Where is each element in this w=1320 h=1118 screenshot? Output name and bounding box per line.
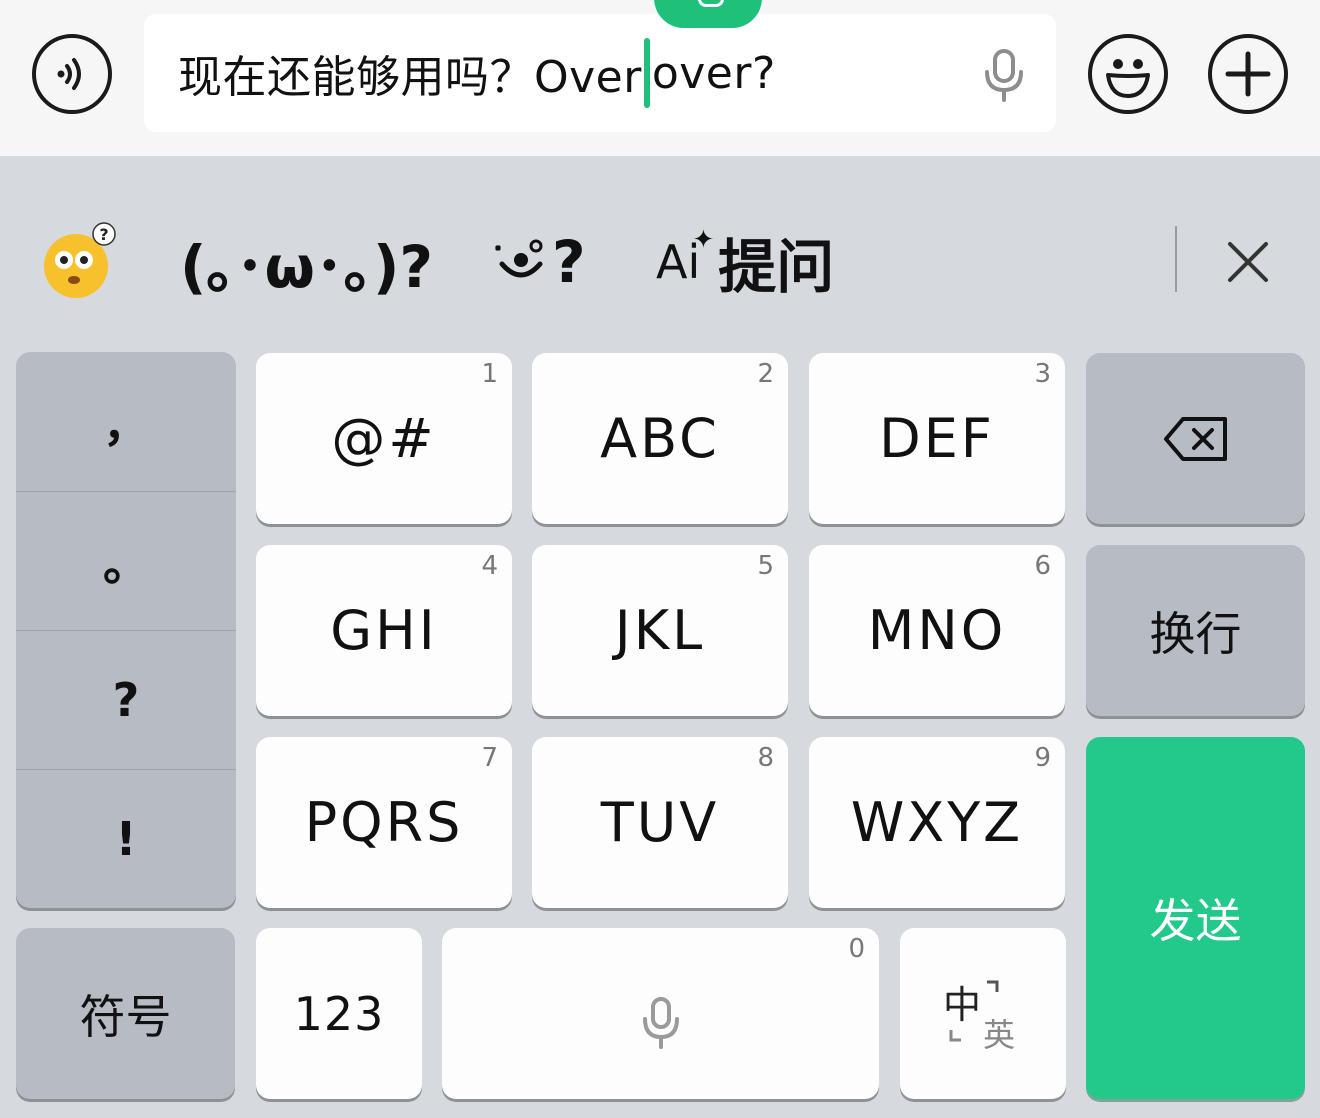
close-icon [1228,242,1268,282]
key-number: 4 [481,551,498,581]
message-input-text: 现在还能够用吗？Over over? [178,14,776,132]
candidate-kaomoji[interactable]: (｡･ω･｡)? [180,212,433,312]
key-number: 0 [848,934,865,964]
backspace-key[interactable] [1086,353,1305,524]
candidate-face-sticker-label: ? [552,228,586,296]
key-5[interactable]: 5 JKL [532,545,788,716]
numbers-label: 123 [293,986,385,1041]
newline-key[interactable]: 换行 [1086,545,1305,716]
key-9[interactable]: 9 WXYZ [809,737,1065,908]
text-cursor[interactable] [643,38,650,108]
key-number: 3 [1034,359,1051,389]
key-1[interactable]: 1 @# [256,353,512,524]
send-button[interactable]: 发送 [1086,737,1305,1099]
key-label: ABC [600,407,720,470]
send-label: 发送 [1149,894,1242,948]
voice-wave-icon [57,58,81,90]
key-label: WXYZ [850,791,1024,854]
key-4[interactable]: 4 GHI [256,545,512,716]
numbers-key[interactable]: 123 [256,928,422,1099]
symbols-key[interactable]: 符号 [16,928,235,1099]
key-number: 2 [757,359,774,389]
close-candidates-button[interactable] [1226,212,1270,312]
key-label: JKL [614,599,706,662]
language-switch-icon: 中 英 [943,974,1023,1054]
microphone-icon[interactable] [982,48,1026,106]
microphone-icon [642,996,679,1049]
input-text-after-cursor: over? [651,47,776,99]
plus-icon [1225,51,1271,97]
backspace-icon [1163,416,1227,461]
key-label: DEF [879,407,995,470]
more-button[interactable] [1208,34,1288,114]
language-switch-key[interactable]: 中 英 [900,928,1066,1099]
key-label: TUV [600,791,720,854]
key-2[interactable]: 2 ABC [532,353,788,524]
key-label: MNO [867,599,1007,662]
punct-comma-key[interactable]: ， [16,352,236,491]
key-number: 9 [1034,743,1051,773]
key-number: 6 [1034,551,1051,581]
chat-input-bar: 现在还能够用吗？Over over? [0,0,1320,156]
key-number: 8 [757,743,774,773]
key-number: 5 [757,551,774,581]
svg-text:?: ? [99,225,108,244]
key-6[interactable]: 6 MNO [809,545,1065,716]
emoji-button[interactable] [1088,34,1168,114]
space-key[interactable]: 0 [442,928,879,1099]
cursor-drag-handle[interactable] [654,0,762,28]
newline-label: 换行 [1149,606,1242,661]
candidate-bar: ? (｡･ω･｡)? ? Ai ✦ 提问 [0,156,1320,346]
candidate-emoji-sticker[interactable]: ? [40,212,118,312]
message-input[interactable]: 现在还能够用吗？Over over? [144,14,1056,132]
key-label: @# [331,407,437,470]
candidate-ai-ask[interactable]: Ai ✦ 提问 [656,212,834,312]
symbols-label: 符号 [79,989,172,1044]
voice-toggle-button[interactable] [32,34,112,114]
key-7[interactable]: 7 PQRS [256,737,512,908]
key-8[interactable]: 8 TUV [532,737,788,908]
candidate-divider [1175,226,1177,292]
candidate-kaomoji-label: (｡･ω･｡)? [180,233,434,301]
ai-sparkle-icon: Ai ✦ [656,225,715,289]
punct-question-key[interactable]: ? [16,630,236,769]
input-text-before-cursor: 现在还能够用吗？Over [178,52,642,103]
face-sticker-icon [494,239,543,278]
confused-emoji-sticker-icon: ? [44,222,116,298]
key-number: 7 [481,743,498,773]
punct-period-key[interactable]: 。 [16,491,236,630]
smiley-icon [1106,59,1150,98]
key-label: GHI [330,599,438,662]
key-label: PQRS [304,791,464,854]
punct-exclaim-key[interactable]: ! [16,769,236,908]
candidate-face-sticker[interactable]: ? [490,212,586,312]
key-number: 1 [481,359,498,389]
key-3[interactable]: 3 DEF [809,353,1065,524]
punctuation-column: ， 。 ? ! [16,352,236,908]
candidate-ai-ask-label: 提问 [718,233,835,301]
